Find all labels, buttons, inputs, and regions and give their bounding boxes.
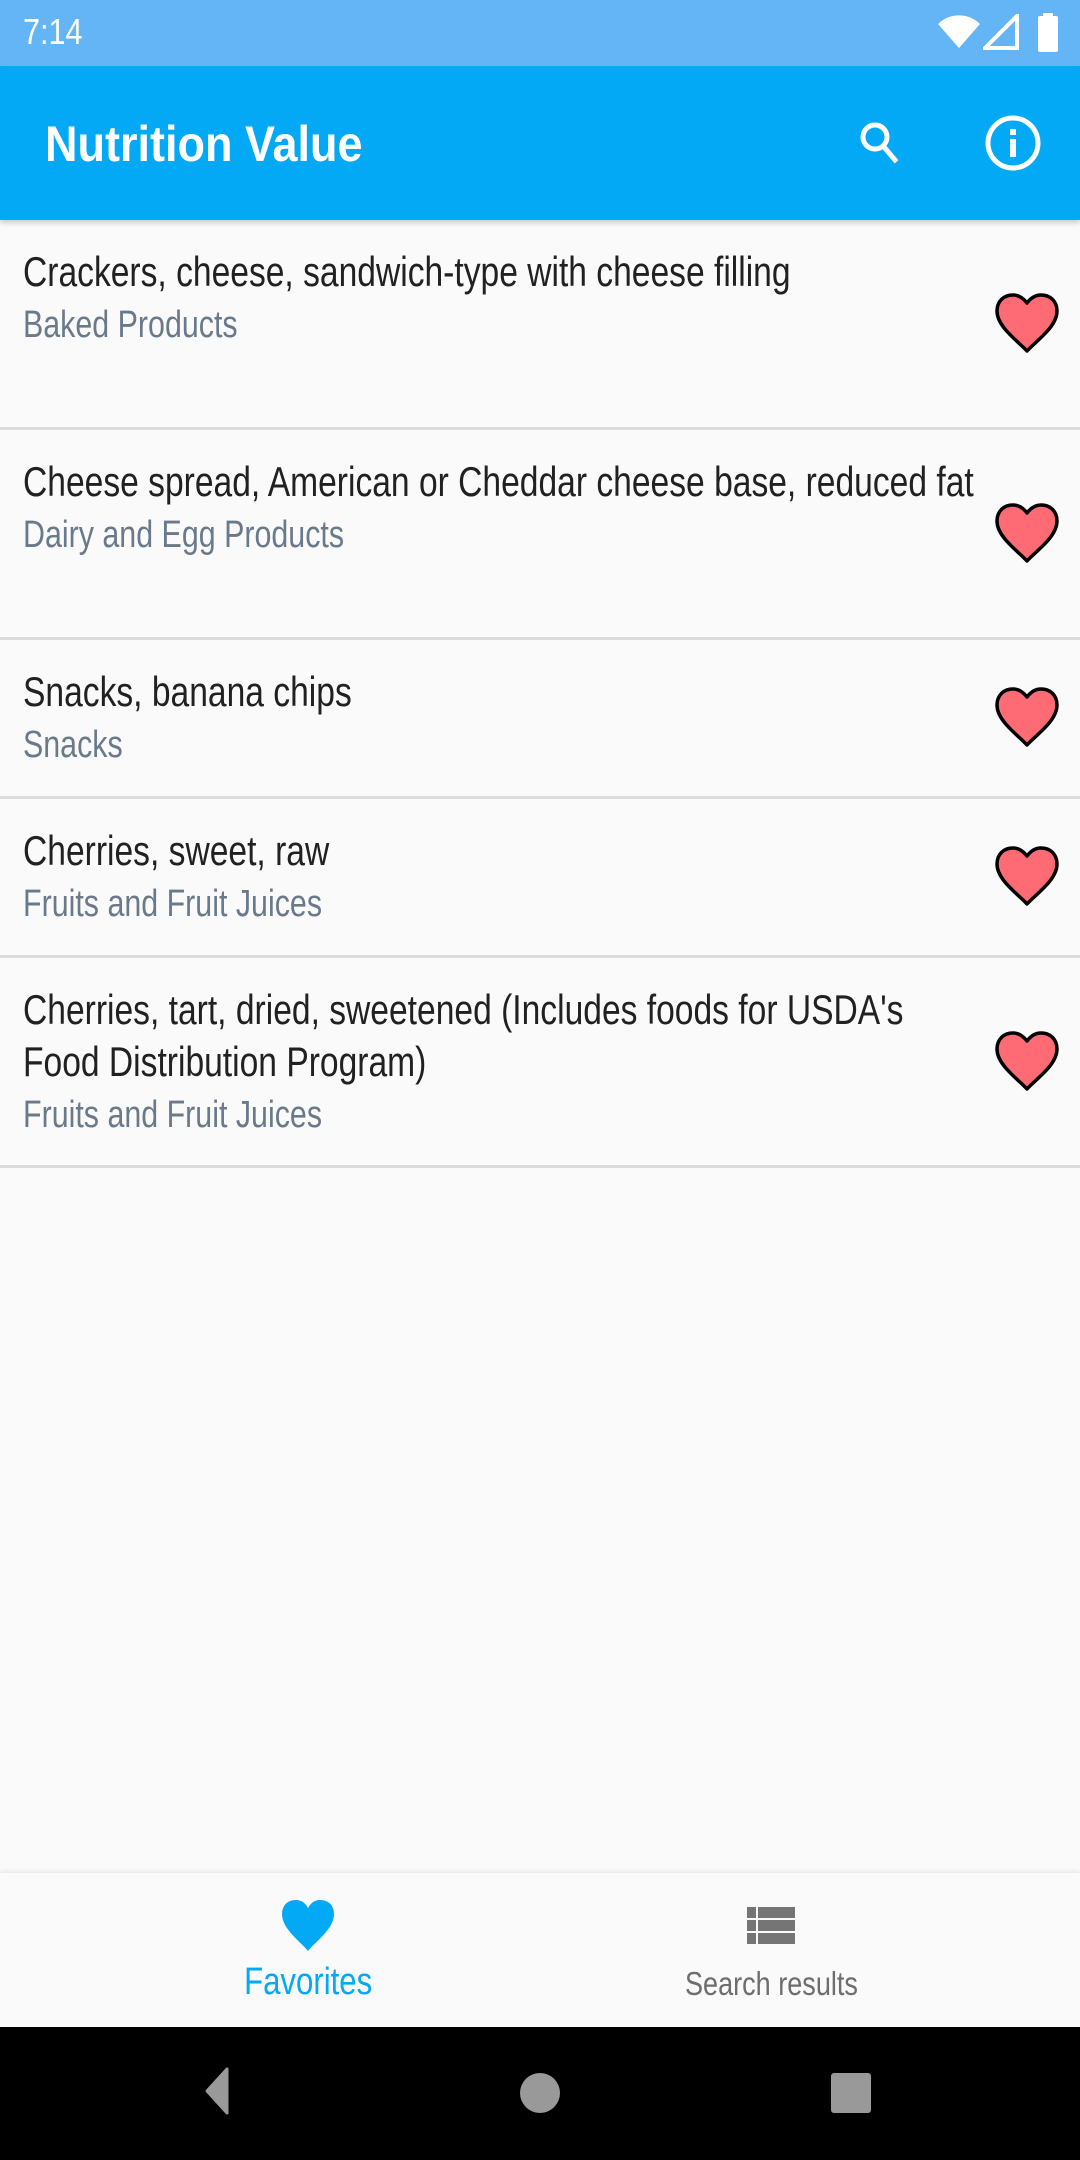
list-item-text: Cheese spread, American or Cheddar chees… bbox=[23, 456, 1080, 560]
tab-favorites-label: Favorites bbox=[38, 1961, 578, 2004]
favorite-toggle[interactable] bbox=[992, 291, 1062, 355]
system-navigation-bar bbox=[0, 2027, 1080, 2160]
list-item[interactable]: Cheese spread, American or Cheddar chees… bbox=[0, 430, 1080, 640]
list-item-text: Cherries, sweet, raw Fruits and Fruit Ju… bbox=[23, 825, 1080, 929]
search-button[interactable] bbox=[840, 103, 920, 183]
home-button[interactable] bbox=[495, 2047, 585, 2137]
tab-label-text: Search results bbox=[684, 1965, 858, 2002]
status-time: 7:14 bbox=[23, 11, 83, 52]
heart-icon bbox=[995, 292, 1059, 353]
recents-button[interactable] bbox=[806, 2047, 896, 2137]
recents-icon bbox=[831, 2073, 871, 2113]
list-item[interactable]: Cherries, tart, dried, sweetened (Includ… bbox=[0, 958, 1080, 1168]
back-icon bbox=[205, 2067, 229, 2115]
heart-icon bbox=[995, 846, 1059, 906]
tab-favorites[interactable]: Favorites bbox=[38, 1873, 578, 2027]
favorite-toggle[interactable] bbox=[992, 685, 1062, 749]
list-item-text: Cherries, tart, dried, sweetened (Includ… bbox=[23, 984, 1080, 1140]
back-button[interactable] bbox=[172, 2047, 262, 2137]
favorite-toggle[interactable] bbox=[992, 501, 1062, 565]
tab-search-results[interactable]: Search results bbox=[501, 1873, 1041, 2027]
food-title: Cherries, sweet, raw bbox=[23, 827, 330, 874]
food-category: Fruits and Fruit Juices bbox=[23, 1094, 323, 1136]
info-icon bbox=[985, 115, 1041, 171]
tab-search-results-label: Search results bbox=[501, 1965, 1041, 2003]
list-item[interactable]: Snacks, banana chips Snacks bbox=[0, 640, 1080, 799]
food-category: Fruits and Fruit Juices bbox=[23, 883, 323, 925]
food-category: Baked Products bbox=[23, 304, 238, 346]
home-icon bbox=[520, 2073, 560, 2113]
app-bar: Nutrition Value bbox=[0, 66, 1080, 220]
bottom-navigation: Favorites Search results bbox=[0, 1873, 1080, 2027]
list-item-text: Snacks, banana chips Snacks bbox=[23, 666, 1080, 770]
heart-icon bbox=[995, 1030, 1059, 1091]
food-category: Snacks bbox=[23, 724, 123, 766]
wifi-icon bbox=[938, 15, 980, 48]
cell-signal-icon bbox=[983, 14, 1019, 50]
heart-icon bbox=[278, 1897, 338, 1953]
list-icon bbox=[741, 1897, 801, 1953]
list-item[interactable]: Crackers, cheese, sandwich-type with che… bbox=[0, 220, 1080, 430]
app-title: Nutrition Value bbox=[45, 116, 363, 172]
food-title: Snacks, banana chips bbox=[23, 668, 352, 715]
battery-icon bbox=[1038, 13, 1058, 52]
heart-icon bbox=[995, 502, 1059, 563]
food-title: Crackers, cheese, sandwich-type with che… bbox=[23, 248, 791, 295]
info-button[interactable] bbox=[973, 103, 1053, 183]
favorite-toggle[interactable] bbox=[992, 844, 1062, 908]
tab-label-text: Favorites bbox=[243, 1961, 373, 2003]
list-item-text: Crackers, cheese, sandwich-type with che… bbox=[23, 246, 1080, 350]
status-bar: 7:14 bbox=[0, 0, 1080, 66]
food-title: Cheese spread, American or Cheddar chees… bbox=[23, 458, 974, 505]
favorites-list: Crackers, cheese, sandwich-type with che… bbox=[0, 220, 1080, 1168]
search-icon bbox=[860, 122, 899, 164]
food-category: Dairy and Egg Products bbox=[23, 514, 345, 556]
food-title: Cherries, tart, dried, sweetened (Includ… bbox=[23, 986, 904, 1085]
list-item[interactable]: Cherries, sweet, raw Fruits and Fruit Ju… bbox=[0, 799, 1080, 958]
favorite-toggle[interactable] bbox=[992, 1029, 1062, 1093]
heart-icon bbox=[995, 687, 1059, 747]
